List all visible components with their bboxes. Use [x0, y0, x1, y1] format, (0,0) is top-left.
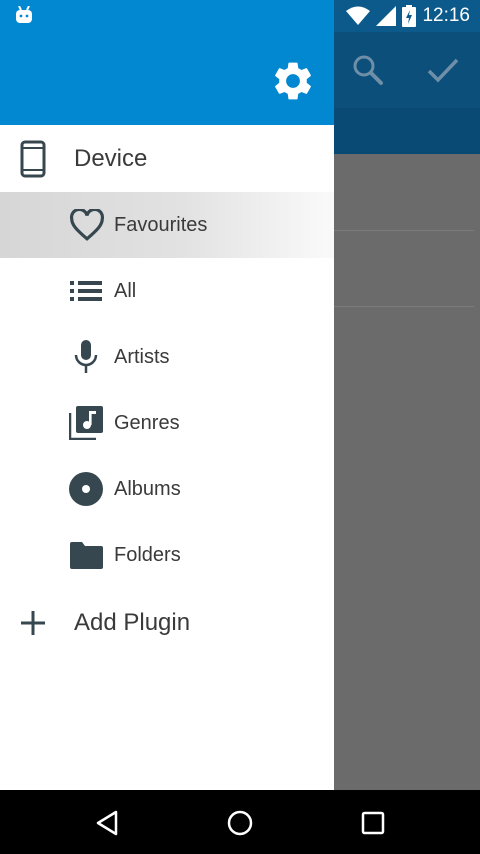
recents-button[interactable] [356, 806, 390, 840]
drawer-item-genres[interactable]: Genres [0, 390, 334, 456]
app-tab-bar [334, 108, 480, 154]
status-bar: 12:16 [0, 0, 480, 32]
android-notification-icon [16, 6, 32, 23]
home-circle-icon [227, 810, 253, 836]
drawer-item-folders[interactable]: Folders [0, 522, 334, 588]
back-button[interactable] [90, 806, 124, 840]
drawer-item-albums[interactable]: Albums [0, 456, 334, 522]
music-library-icon [69, 406, 103, 440]
drawer-item-favourites[interactable]: Favourites [0, 192, 334, 258]
app-toolbar [334, 32, 480, 108]
wifi-icon [346, 6, 371, 25]
drawer-item-label: Artists [114, 345, 170, 368]
list-icon [70, 281, 102, 301]
drawer-item-add-plugin[interactable]: Add Plugin [0, 590, 334, 656]
signal-icon [376, 6, 397, 26]
status-bar-drawer-part [0, 0, 334, 32]
drawer-item-all[interactable]: All [0, 258, 334, 324]
folder-icon [70, 542, 103, 569]
plus-icon [21, 611, 45, 635]
recents-square-icon [361, 811, 385, 835]
drawer-item-label: Add Plugin [74, 609, 191, 636]
drawer-item-artists[interactable]: Artists [0, 324, 334, 390]
album-icon [69, 472, 103, 506]
heart-icon [69, 209, 105, 241]
list-divider [334, 306, 474, 307]
drawer-item-label: Device [74, 145, 148, 172]
check-icon[interactable] [426, 56, 460, 84]
drawer-item-label: All [114, 279, 137, 302]
battery-icon [402, 5, 417, 27]
search-icon[interactable] [352, 54, 384, 86]
drawer-item-label: Albums [114, 477, 181, 500]
home-button[interactable] [223, 806, 257, 840]
drawer-item-label: Folders [114, 543, 181, 566]
drawer-item-label: Genres [114, 411, 180, 434]
status-time: 12:16 [422, 5, 470, 26]
back-triangle-icon [96, 810, 118, 836]
system-navigation-bar [0, 790, 480, 854]
microphone-icon [74, 340, 98, 373]
drawer-item-label: Favourites [114, 213, 208, 236]
smartphone-icon [20, 140, 46, 178]
drawer-item-device[interactable]: Device [0, 126, 334, 192]
navigation-drawer: Device Favourites All Artists Genres Alb… [0, 32, 334, 790]
list-divider [334, 230, 474, 231]
drawer-header [0, 32, 334, 125]
settings-gear-icon[interactable] [270, 58, 316, 104]
